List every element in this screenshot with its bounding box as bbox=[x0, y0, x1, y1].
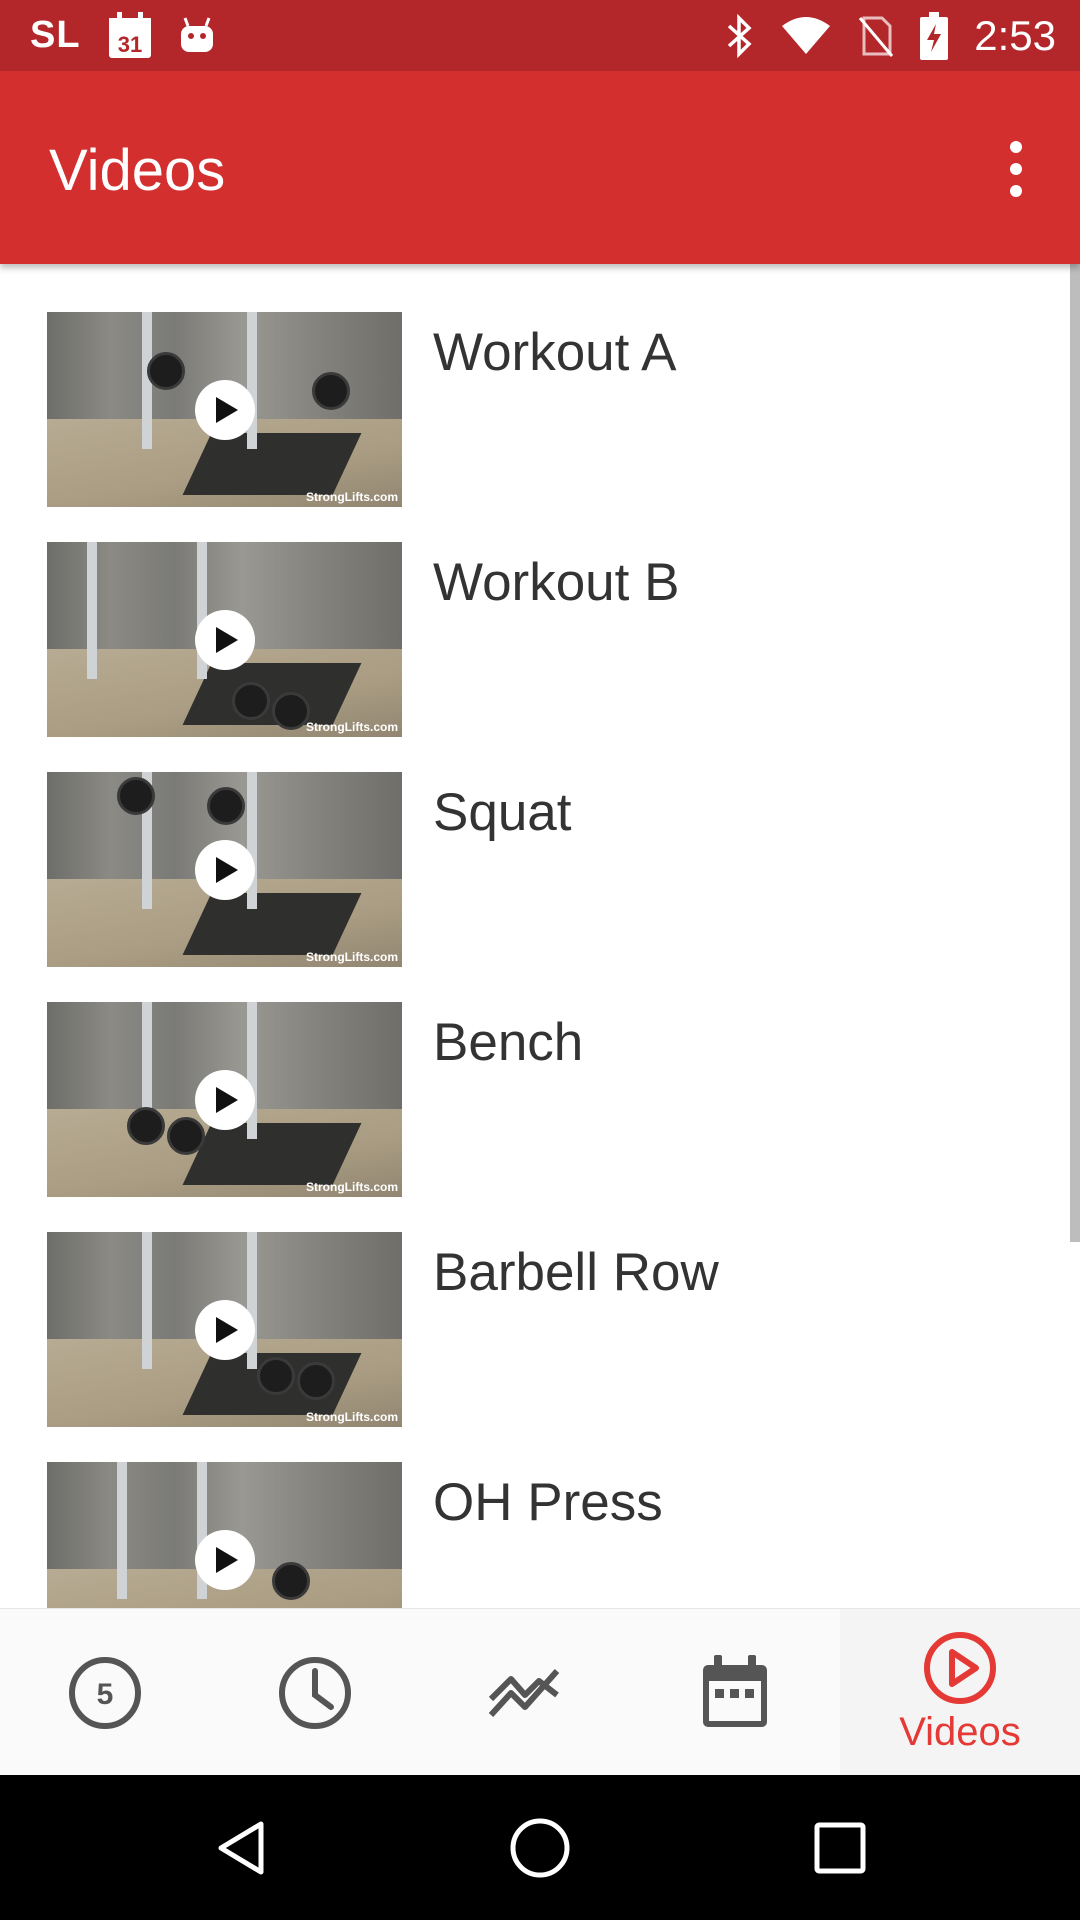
more-options-button[interactable] bbox=[986, 129, 1046, 209]
play-button[interactable] bbox=[194, 1299, 255, 1360]
video-title[interactable]: Workout B bbox=[433, 552, 679, 613]
play-circle-icon bbox=[924, 1632, 996, 1704]
scrollbar[interactable] bbox=[1070, 264, 1080, 1242]
nav-item-calendar[interactable] bbox=[630, 1609, 840, 1776]
clock-icon bbox=[279, 1656, 351, 1729]
list-item[interactable]: OH Press bbox=[0, 1414, 1060, 1608]
video-thumbnail[interactable]: StrongLifts.com bbox=[47, 312, 402, 507]
chart-line-icon bbox=[488, 1668, 560, 1717]
play-button[interactable] bbox=[194, 609, 255, 670]
play-button[interactable] bbox=[194, 1069, 255, 1130]
play-icon bbox=[216, 1086, 238, 1113]
play-button[interactable] bbox=[194, 839, 255, 900]
video-title[interactable]: OH Press bbox=[433, 1472, 663, 1533]
back-button[interactable] bbox=[196, 1803, 286, 1893]
nav-item-progress[interactable] bbox=[420, 1609, 630, 1776]
video-title[interactable]: Workout A bbox=[433, 322, 677, 383]
app-bar: Videos bbox=[0, 71, 1080, 264]
battery-charging-icon bbox=[920, 11, 949, 60]
list-item[interactable]: StrongLifts.com Squat bbox=[0, 724, 1060, 967]
page-title: Videos bbox=[49, 138, 226, 203]
list-item[interactable]: StrongLifts.com Workout A bbox=[0, 264, 1060, 507]
play-icon bbox=[216, 626, 238, 653]
play-button[interactable] bbox=[194, 379, 255, 440]
calendar-icon: 31 bbox=[107, 11, 153, 60]
clock-time: 2:53 bbox=[974, 11, 1056, 59]
calendar-day: 31 bbox=[117, 32, 141, 57]
play-icon bbox=[216, 1316, 238, 1343]
carrier-label: SL bbox=[30, 14, 81, 56]
video-title[interactable]: Squat bbox=[433, 782, 572, 843]
home-button[interactable] bbox=[495, 1803, 585, 1893]
list-item[interactable]: StrongLifts.com Barbell Row bbox=[0, 1184, 1060, 1427]
video-thumbnail[interactable] bbox=[47, 1462, 402, 1608]
video-thumbnail[interactable]: StrongLifts.com bbox=[47, 542, 402, 737]
workout-badge: 5 bbox=[97, 1678, 114, 1711]
recents-icon bbox=[814, 1822, 866, 1874]
play-icon bbox=[216, 856, 238, 883]
system-navigation-bar bbox=[0, 1775, 1080, 1920]
no-sim-icon bbox=[858, 14, 894, 58]
video-thumbnail[interactable]: StrongLifts.com bbox=[47, 772, 402, 967]
more-vert-icon bbox=[1010, 141, 1022, 153]
video-thumbnail[interactable]: StrongLifts.com bbox=[47, 1002, 402, 1197]
list-item[interactable]: StrongLifts.com Workout B bbox=[0, 494, 1060, 737]
bluetooth-icon bbox=[724, 13, 754, 58]
android-icon bbox=[179, 16, 215, 56]
nav-item-videos[interactable]: Videos bbox=[840, 1609, 1080, 1776]
five-circle-icon: 5 bbox=[69, 1656, 141, 1729]
status-bar: SL 31 2:53 bbox=[0, 0, 1080, 71]
nav-item-workout[interactable]: 5 bbox=[0, 1609, 210, 1776]
play-icon bbox=[216, 1546, 238, 1573]
play-icon bbox=[216, 396, 238, 423]
calendar-icon bbox=[703, 1654, 767, 1727]
back-icon bbox=[218, 1821, 264, 1875]
list-item[interactable]: StrongLifts.com Bench bbox=[0, 954, 1060, 1197]
wifi-icon bbox=[780, 16, 832, 56]
bottom-navigation: 5 Videos bbox=[0, 1608, 1080, 1776]
video-thumbnail[interactable]: StrongLifts.com bbox=[47, 1232, 402, 1427]
nav-label-videos: Videos bbox=[899, 1710, 1021, 1754]
play-button[interactable] bbox=[194, 1529, 255, 1590]
recents-button[interactable] bbox=[795, 1803, 885, 1893]
home-icon bbox=[510, 1818, 570, 1878]
video-title[interactable]: Bench bbox=[433, 1012, 583, 1073]
video-title[interactable]: Barbell Row bbox=[433, 1242, 719, 1303]
nav-item-history[interactable] bbox=[210, 1609, 420, 1776]
video-list[interactable]: StrongLifts.com Workout A StrongLifts.co… bbox=[0, 264, 1080, 1608]
